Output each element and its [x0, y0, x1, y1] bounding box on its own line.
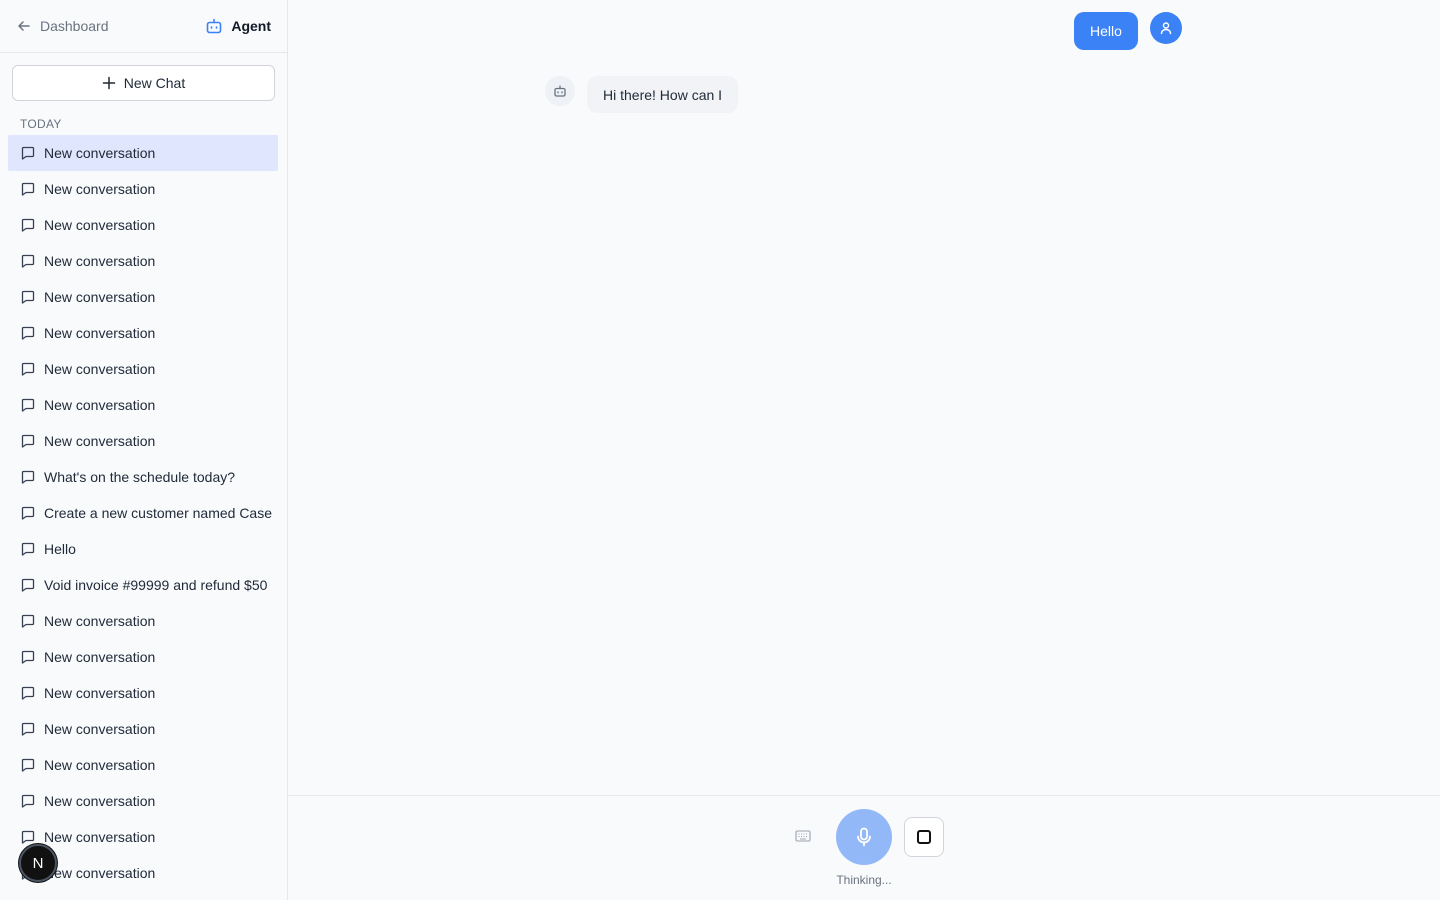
conversation-label: New conversation: [44, 865, 156, 881]
stop-button[interactable]: [904, 817, 944, 857]
conversation-label: Create a new customer named Case: [44, 505, 272, 521]
conversation-label: New conversation: [44, 757, 156, 773]
message-square-icon: [21, 542, 35, 556]
conversation-label: New conversation: [44, 793, 156, 809]
conversation-label: New conversation: [44, 649, 156, 665]
conversation-item[interactable]: New conversation: [8, 603, 278, 639]
bot-icon: [554, 85, 566, 97]
section-label-today: TODAY: [20, 117, 62, 131]
message-square-icon: [21, 830, 35, 844]
conversation-label: New conversation: [44, 289, 156, 305]
back-to-dashboard-link[interactable]: Dashboard: [16, 18, 109, 34]
conversation-label: New conversation: [44, 613, 156, 629]
conversation-list: New conversation New conversation New conv…: [0, 135, 287, 891]
plus-icon: [102, 76, 116, 90]
message-square-icon: [21, 326, 35, 340]
message-square-icon: [21, 506, 35, 520]
message-square-icon: [21, 686, 35, 700]
message-square-icon: [21, 722, 35, 736]
conversation-item[interactable]: Create a new customer named Case: [8, 495, 278, 531]
chat-main: Hello Hi there! How can I Thinking...: [288, 0, 1440, 900]
bot-message-bubble: Hi there! How can I: [587, 76, 739, 113]
microphone-button[interactable]: [836, 809, 892, 865]
conversation-item[interactable]: New conversation: [8, 639, 278, 675]
conversation-item[interactable]: New conversation: [8, 315, 278, 351]
message-square-icon: [21, 614, 35, 628]
message-square-icon: [21, 398, 35, 412]
message-square-icon: [21, 290, 35, 304]
conversation-label: New conversation: [44, 325, 156, 341]
user-initial: N: [32, 854, 44, 872]
conversation-item[interactable]: New conversation: [8, 351, 278, 387]
message-square-icon: [21, 434, 35, 448]
message-square-icon: [21, 578, 35, 592]
conversation-item[interactable]: What's on the schedule today?: [8, 459, 278, 495]
message-square-icon: [21, 146, 35, 160]
microphone-icon: [857, 827, 871, 847]
new-chat-label: New Chat: [123, 75, 186, 91]
message-square-icon: [21, 470, 35, 484]
back-link-label: Dashboard: [40, 18, 109, 34]
conversation-item[interactable]: New conversation: [8, 747, 278, 783]
message-square-icon: [21, 794, 35, 808]
conversation-item[interactable]: New conversation: [8, 243, 278, 279]
conversation-label: Hello: [44, 541, 76, 557]
conversation-label: New conversation: [44, 721, 156, 737]
conversation-item[interactable]: New conversation: [8, 423, 278, 459]
new-chat-button[interactable]: New Chat: [12, 65, 275, 101]
bot-avatar: [545, 76, 575, 106]
voice-controls-bar: Thinking...: [288, 795, 1440, 900]
conversation-item[interactable]: New conversation: [8, 171, 278, 207]
bot-icon: [207, 18, 222, 34]
message-square-icon: [21, 254, 35, 268]
conversation-item[interactable]: New conversation: [8, 675, 278, 711]
conversation-label: New conversation: [44, 829, 156, 845]
agent-title-label: Agent: [231, 18, 271, 34]
message-square-icon: [21, 218, 35, 232]
conversation-label: New conversation: [44, 217, 156, 233]
conversation-label: New conversation: [44, 253, 156, 269]
stop-icon: [917, 830, 931, 844]
conversation-label: New conversation: [44, 685, 156, 701]
user-message-bubble: Hello: [1074, 12, 1138, 50]
sidebar-header: Dashboard Agent: [0, 0, 287, 53]
app: Dashboard Agent New Chat TODAY New conve…: [0, 0, 1440, 900]
status-text: Thinking...: [836, 873, 892, 887]
conversation-label: What's on the schedule today?: [44, 469, 236, 485]
conversation-label: Void invoice #99999 and refund $50: [44, 577, 268, 593]
conversation-label: New conversation: [44, 397, 156, 413]
conversation-item[interactable]: New conversation: [8, 783, 278, 819]
conversation-label: New conversation: [44, 145, 156, 161]
conversation-item[interactable]: New conversation: [8, 279, 278, 315]
conversation-item[interactable]: New conversation: [8, 711, 278, 747]
conversation-item[interactable]: Hello: [8, 531, 278, 567]
conversation-label: New conversation: [44, 433, 156, 449]
user-avatar: [1149, 12, 1182, 44]
message-square-icon: [21, 362, 35, 376]
conversation-label: New conversation: [44, 181, 156, 197]
user-avatar-menu[interactable]: N: [19, 844, 57, 882]
arrow-left-icon: [18, 21, 30, 31]
conversation-item[interactable]: New conversation: [8, 387, 278, 423]
conversation-item[interactable]: Void invoice #99999 and refund $50: [8, 567, 278, 603]
conversation-item[interactable]: New conversation: [8, 135, 278, 171]
message-square-icon: [21, 650, 35, 664]
conversation-label: New conversation: [44, 361, 156, 377]
conversation-item[interactable]: New conversation: [8, 207, 278, 243]
message-square-icon: [21, 182, 35, 196]
agent-title: Agent: [205, 17, 271, 35]
user-message-row: Hello: [1074, 12, 1182, 50]
sidebar: Dashboard Agent New Chat TODAY New conve…: [0, 0, 288, 900]
user-icon: [1160, 22, 1172, 35]
keyboard-icon[interactable]: [795, 829, 811, 843]
bot-message-row: Hi there! How can I: [545, 76, 739, 113]
message-square-icon: [21, 758, 35, 772]
